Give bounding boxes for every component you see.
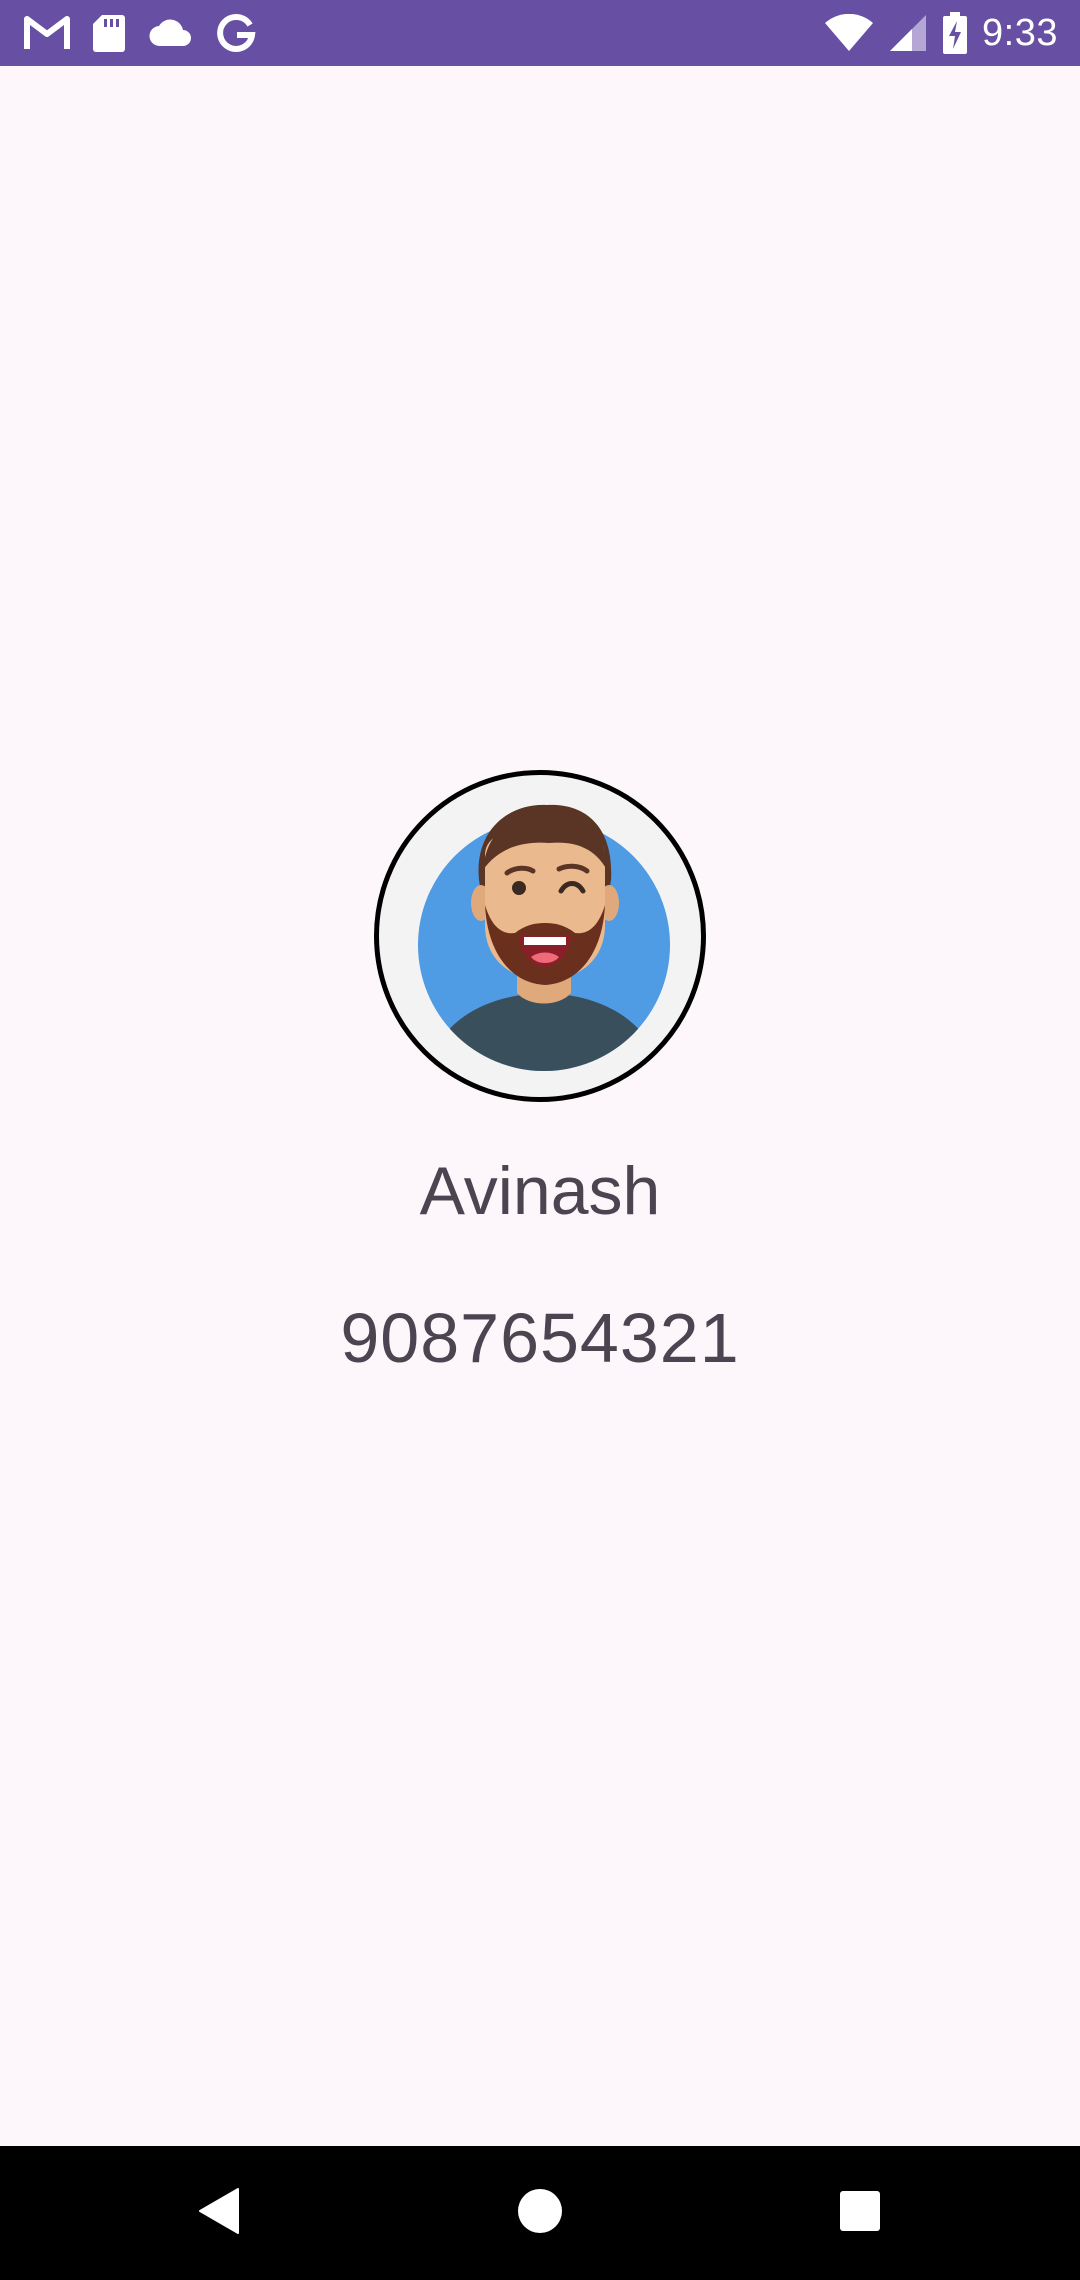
status-clock: 9:33	[982, 12, 1058, 54]
recents-button[interactable]	[800, 2146, 920, 2280]
cloud-icon	[148, 18, 194, 48]
contact-phone[interactable]: 9087654321	[0, 1298, 1080, 1378]
status-bar: 9:33	[0, 0, 1080, 66]
contact-name: Avinash	[419, 1153, 661, 1229]
contact-detail-screen: Avinash 9087654321	[0, 66, 1080, 2146]
recents-icon	[839, 2190, 881, 2237]
battery-charging-icon	[942, 12, 968, 54]
navigation-bar	[0, 2146, 1080, 2280]
notification-icons	[24, 10, 256, 56]
home-button[interactable]	[480, 2146, 600, 2280]
google-icon	[216, 13, 256, 53]
home-icon	[517, 2188, 563, 2239]
signal-icon	[888, 14, 928, 52]
avatar[interactable]	[374, 770, 706, 1102]
back-button[interactable]	[160, 2146, 280, 2280]
back-icon	[198, 2187, 242, 2240]
system-icons: 9:33	[824, 10, 1058, 56]
sd-card-icon	[92, 13, 126, 53]
gmail-icon	[24, 15, 70, 51]
wifi-icon	[824, 14, 874, 52]
